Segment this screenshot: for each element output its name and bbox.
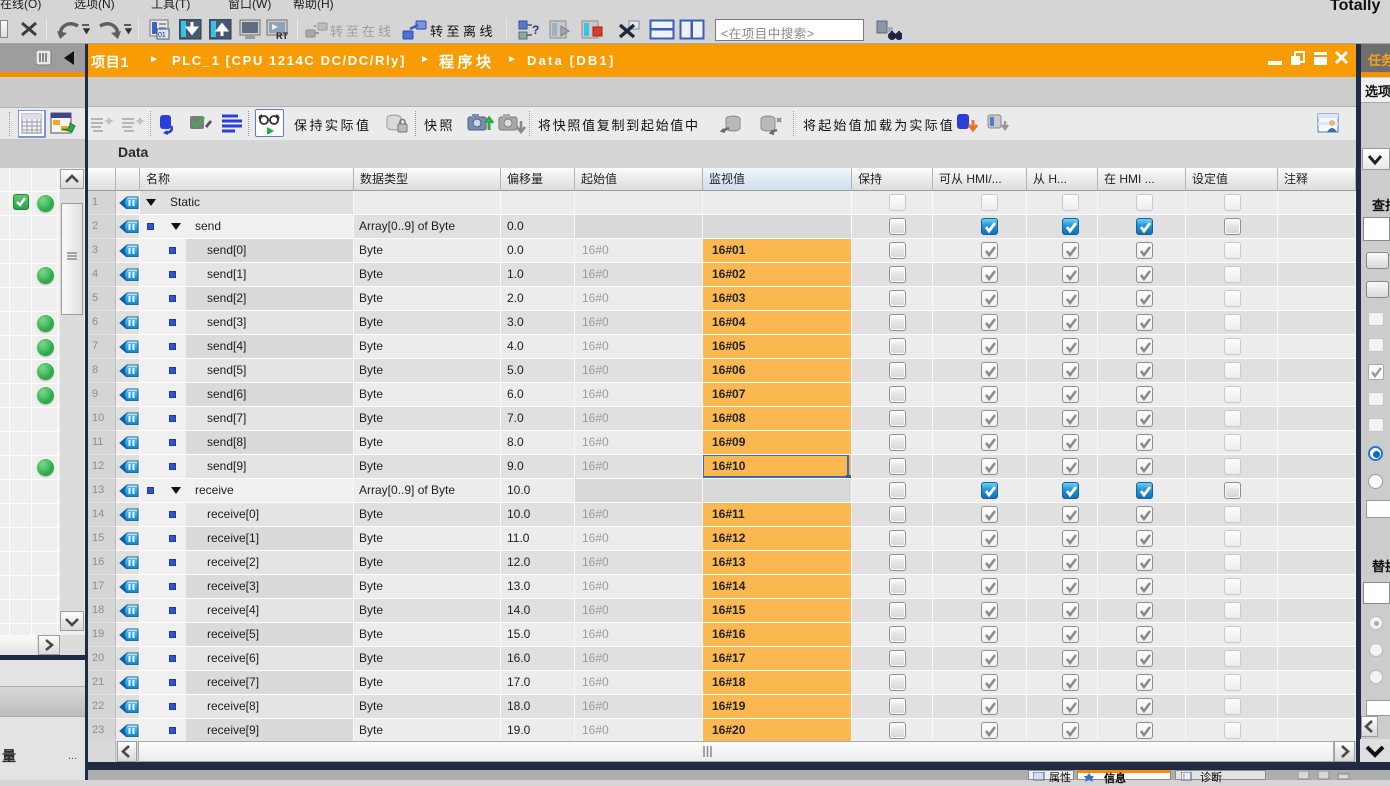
svg-text:?: ? [532,23,539,37]
svg-text:RT: RT [276,31,288,41]
svg-text:01: 01 [158,32,166,39]
